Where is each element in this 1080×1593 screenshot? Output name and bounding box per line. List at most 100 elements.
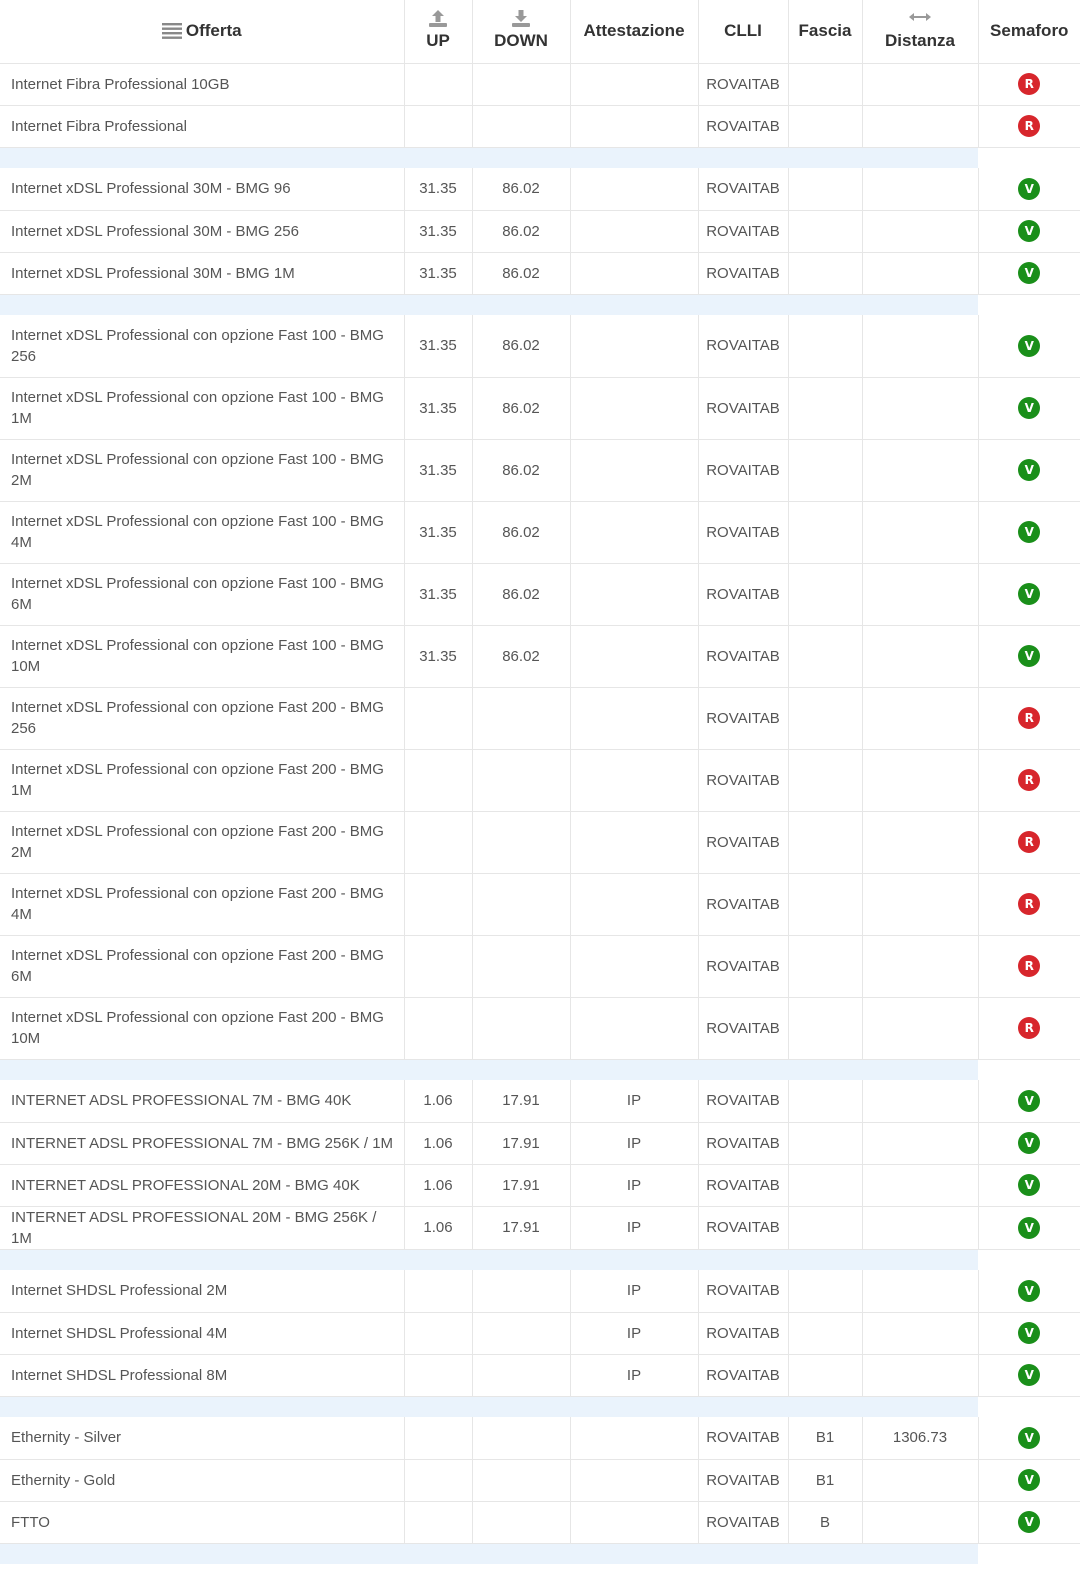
- cell-distanza: [862, 935, 979, 998]
- cell-down: [472, 687, 571, 750]
- cell-up: [404, 873, 473, 936]
- semaforo-badge: V: [1018, 220, 1041, 243]
- cell-clli: ROVAITAB: [698, 625, 789, 688]
- cell-distanza: 1306.73: [862, 1417, 979, 1460]
- group-separator: [0, 294, 1080, 315]
- cell-attestazione: [570, 811, 699, 874]
- table-row[interactable]: Internet SHDSL Professional 2M IP ROVAITAB…: [0, 1270, 1080, 1313]
- cell-offerta: Internet xDSL Professional 30M - BMG 1M: [0, 252, 405, 295]
- cell-distanza: [862, 749, 979, 812]
- table-row[interactable]: Internet xDSL Professional con opzione F…: [0, 873, 1080, 936]
- cell-distanza: [862, 811, 979, 874]
- table-row[interactable]: Internet xDSL Professional con opzione F…: [0, 997, 1080, 1060]
- table-row[interactable]: Internet xDSL Professional con opzione F…: [0, 377, 1080, 440]
- cell-distanza: [862, 563, 979, 626]
- column-header-attestazione[interactable]: Attestazione: [570, 0, 699, 64]
- cell-clli: ROVAITAB: [698, 210, 789, 253]
- cell-semaforo: R: [978, 873, 1080, 936]
- semaforo-badge: V: [1018, 1426, 1041, 1449]
- column-header-clli[interactable]: CLLI: [698, 0, 789, 64]
- table-row[interactable]: Ethernity - Gold ROVAITAB B1 V: [0, 1459, 1080, 1502]
- cell-offerta: Internet SHDSL Professional 2M: [0, 1270, 405, 1313]
- cell-fascia: [788, 1354, 863, 1397]
- column-header-offerta[interactable]: Offerta: [0, 0, 405, 64]
- cell-offerta: Ethernity - Gold: [0, 1459, 405, 1502]
- column-header-up[interactable]: UP: [404, 0, 473, 64]
- semaforo-badge: V: [1018, 334, 1041, 357]
- table-row[interactable]: Internet xDSL Professional con opzione F…: [0, 625, 1080, 688]
- table-row[interactable]: Internet xDSL Professional 30M - BMG 1M 3…: [0, 252, 1080, 295]
- cell-offerta: Internet SHDSL Professional 8M: [0, 1354, 405, 1397]
- cell-distanza: [862, 501, 979, 564]
- cell-down: 86.02: [472, 439, 571, 502]
- cell-fascia: [788, 168, 863, 211]
- table-row[interactable]: Internet xDSL Professional con opzione F…: [0, 439, 1080, 502]
- cell-distanza: [862, 997, 979, 1060]
- cell-up: 1.06: [404, 1206, 473, 1250]
- column-header-down[interactable]: DOWN: [472, 0, 571, 64]
- table-row[interactable]: INTERNET ADSL PROFESSIONAL 20M - BMG 256…: [0, 1206, 1080, 1250]
- cell-up: 1.06: [404, 1164, 473, 1207]
- table-row[interactable]: Internet xDSL Professional con opzione F…: [0, 935, 1080, 998]
- table-row[interactable]: Internet Fibra Professional 10GB ROVAITAB…: [0, 63, 1080, 106]
- cell-clli: ROVAITAB: [698, 1501, 789, 1544]
- cell-semaforo: R: [978, 63, 1080, 106]
- cell-semaforo: V: [978, 1354, 1080, 1397]
- table-header-row: Offerta UP DOWN Attestazione CLLI Fascia…: [0, 0, 1080, 64]
- cell-down: [472, 1417, 571, 1460]
- cell-up: 31.35: [404, 439, 473, 502]
- cell-down: 86.02: [472, 501, 571, 564]
- cell-up: [404, 687, 473, 750]
- table-row[interactable]: Internet xDSL Professional con opzione F…: [0, 315, 1080, 378]
- semaforo-badge: R: [1018, 893, 1041, 916]
- column-header-fascia[interactable]: Fascia: [788, 0, 863, 64]
- cell-distanza: [862, 1501, 979, 1544]
- table-row[interactable]: INTERNET ADSL PROFESSIONAL 7M - BMG 40K 1…: [0, 1080, 1080, 1123]
- cell-clli: ROVAITAB: [698, 439, 789, 502]
- cell-attestazione: IP: [570, 1122, 699, 1165]
- cell-offerta: INTERNET ADSL PROFESSIONAL 20M - BMG 256…: [0, 1206, 405, 1250]
- cell-semaforo: V: [978, 210, 1080, 253]
- semaforo-badge: R: [1018, 769, 1041, 792]
- column-header-semaforo[interactable]: Semaforo: [978, 0, 1080, 64]
- column-label-distanza: Distanza: [885, 31, 955, 51]
- column-label-fascia: Fascia: [798, 21, 852, 41]
- cell-up: [404, 997, 473, 1060]
- cell-down: 86.02: [472, 377, 571, 440]
- cell-up: [404, 1459, 473, 1502]
- table-row[interactable]: INTERNET ADSL PROFESSIONAL 7M - BMG 256K…: [0, 1122, 1080, 1165]
- table-row[interactable]: Internet xDSL Professional con opzione F…: [0, 687, 1080, 750]
- table-row[interactable]: Internet xDSL Professional con opzione F…: [0, 563, 1080, 626]
- table-row[interactable]: Internet Fibra Professional ROVAITAB R: [0, 105, 1080, 148]
- cell-offerta: Internet xDSL Professional con opzione F…: [0, 439, 405, 502]
- column-header-distanza[interactable]: Distanza: [862, 0, 979, 64]
- cell-attestazione: IP: [570, 1206, 699, 1250]
- cell-semaforo: V: [978, 501, 1080, 564]
- cell-fascia: [788, 563, 863, 626]
- cell-distanza: [862, 105, 979, 148]
- cell-semaforo: V: [978, 1417, 1080, 1460]
- table-row[interactable]: Internet xDSL Professional 30M - BMG 96 3…: [0, 168, 1080, 211]
- table-row[interactable]: Internet xDSL Professional con opzione F…: [0, 749, 1080, 812]
- table-row[interactable]: FTTO ROVAITAB B V: [0, 1501, 1080, 1544]
- cell-distanza: [862, 315, 979, 378]
- cell-clli: ROVAITAB: [698, 873, 789, 936]
- table-row[interactable]: Internet xDSL Professional 30M - BMG 256…: [0, 210, 1080, 253]
- cell-offerta: Ethernity - Silver: [0, 1417, 405, 1460]
- table-row[interactable]: Internet SHDSL Professional 4M IP ROVAITAB…: [0, 1312, 1080, 1355]
- table-row[interactable]: INTERNET ADSL PROFESSIONAL 20M - BMG 40K…: [0, 1164, 1080, 1207]
- table-row[interactable]: Internet xDSL Professional con opzione F…: [0, 811, 1080, 874]
- cell-distanza: [862, 1459, 979, 1502]
- cell-fascia: [788, 687, 863, 750]
- cell-clli: ROVAITAB: [698, 315, 789, 378]
- cell-down: 86.02: [472, 168, 571, 211]
- cell-attestazione: [570, 625, 699, 688]
- table-row[interactable]: Ethernity - Silver ROVAITAB B1 1306.73 V: [0, 1417, 1080, 1460]
- cell-attestazione: [570, 439, 699, 502]
- cell-up: 31.35: [404, 210, 473, 253]
- cell-down: [472, 873, 571, 936]
- table-row[interactable]: Internet SHDSL Professional 8M IP ROVAITAB…: [0, 1354, 1080, 1397]
- table-row[interactable]: Internet xDSL Professional con opzione F…: [0, 501, 1080, 564]
- semaforo-badge: V: [1018, 1216, 1041, 1239]
- cell-semaforo: V: [978, 1459, 1080, 1502]
